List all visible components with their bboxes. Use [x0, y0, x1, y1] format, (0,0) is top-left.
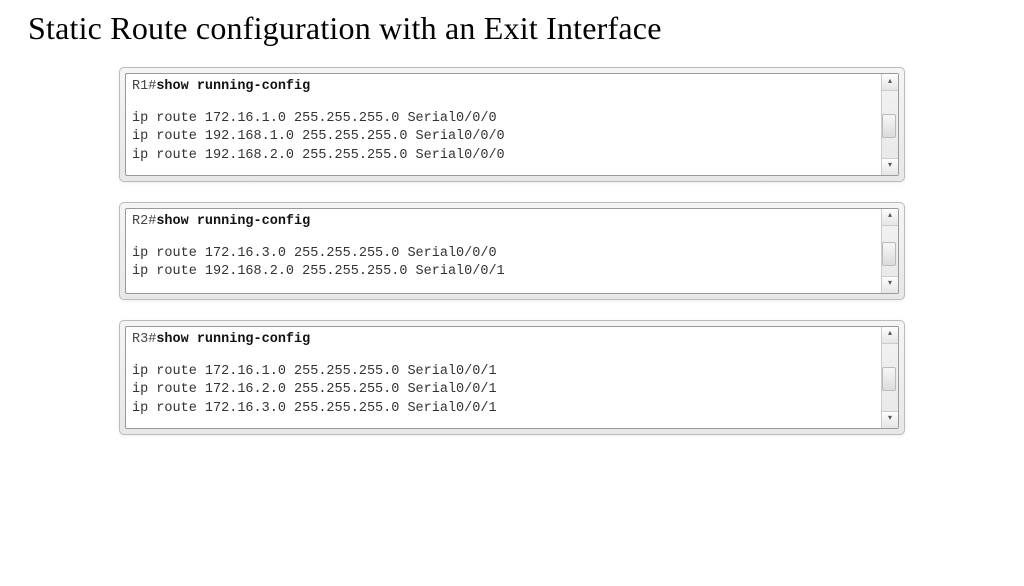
- scroll-down-icon[interactable]: ▾: [882, 411, 898, 428]
- route-line: ip route 172.16.3.0 255.255.255.0 Serial…: [132, 246, 497, 261]
- console-panel-r2: R2#show running-config ip route 172.16.3…: [119, 202, 905, 300]
- scroll-thumb[interactable]: [882, 367, 896, 391]
- route-line: ip route 192.168.2.0 255.255.255.0 Seria…: [132, 264, 505, 279]
- route-line: ip route 172.16.1.0 255.255.255.0 Serial…: [132, 111, 497, 126]
- scroll-up-icon[interactable]: ▴: [882, 74, 898, 91]
- command-text: show running-config: [156, 79, 310, 94]
- console-output: R2#show running-config ip route 172.16.3…: [125, 208, 899, 294]
- console-output: R1#show running-config ip route 172.16.1…: [125, 73, 899, 176]
- route-line: ip route 192.168.1.0 255.255.255.0 Seria…: [132, 129, 505, 144]
- console-panel-r1: R1#show running-config ip route 172.16.1…: [119, 67, 905, 182]
- scrollbar[interactable]: ▴▾: [881, 74, 898, 175]
- prompt-prefix: R1#: [132, 79, 156, 94]
- scroll-up-icon[interactable]: ▴: [882, 327, 898, 344]
- route-line: ip route 172.16.2.0 255.255.255.0 Serial…: [132, 382, 497, 397]
- prompt-prefix: R3#: [132, 332, 156, 347]
- prompt-prefix: R2#: [132, 214, 156, 229]
- console-panel-r3: R3#show running-config ip route 172.16.1…: [119, 320, 905, 435]
- scrollbar[interactable]: ▴▾: [881, 209, 898, 293]
- route-lines: ip route 172.16.1.0 255.255.255.0 Serial…: [132, 363, 878, 418]
- command-text: show running-config: [156, 214, 310, 229]
- scroll-down-icon[interactable]: ▾: [882, 158, 898, 175]
- route-line: ip route 172.16.3.0 255.255.255.0 Serial…: [132, 401, 497, 416]
- route-lines: ip route 172.16.3.0 255.255.255.0 Serial…: [132, 245, 878, 281]
- scrollbar[interactable]: ▴▾: [881, 327, 898, 428]
- scroll-up-icon[interactable]: ▴: [882, 209, 898, 226]
- scroll-thumb[interactable]: [882, 114, 896, 138]
- route-line: ip route 172.16.1.0 255.255.255.0 Serial…: [132, 364, 497, 379]
- page-title: Static Route configuration with an Exit …: [28, 10, 1024, 47]
- scroll-thumb[interactable]: [882, 242, 896, 266]
- route-lines: ip route 172.16.1.0 255.255.255.0 Serial…: [132, 110, 878, 165]
- command-text: show running-config: [156, 332, 310, 347]
- scroll-down-icon[interactable]: ▾: [882, 276, 898, 293]
- console-output: R3#show running-config ip route 172.16.1…: [125, 326, 899, 429]
- route-line: ip route 192.168.2.0 255.255.255.0 Seria…: [132, 148, 505, 163]
